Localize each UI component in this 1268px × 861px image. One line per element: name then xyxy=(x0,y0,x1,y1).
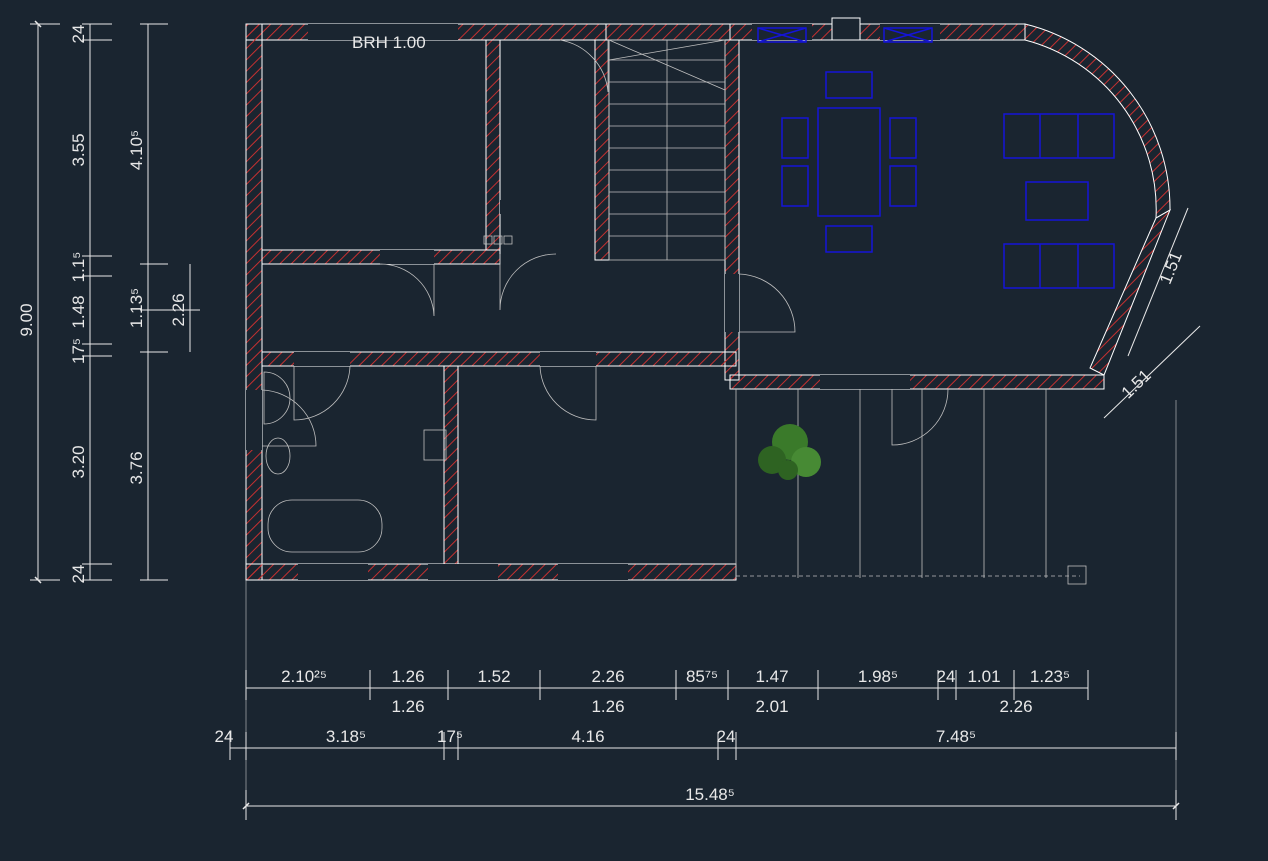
svg-text:3.76: 3.76 xyxy=(127,451,146,484)
svg-text:1.52: 1.52 xyxy=(477,667,510,686)
svg-text:1.51: 1.51 xyxy=(1118,366,1155,403)
svg-text:2.10²⁵: 2.10²⁵ xyxy=(281,667,327,686)
svg-text:7.48⁵: 7.48⁵ xyxy=(936,727,976,746)
svg-text:9.00: 9.00 xyxy=(17,303,36,336)
svg-text:24: 24 xyxy=(69,565,88,584)
dimensions-vertical: 9.00 24 3.55 1.1⁵ 1.48 17⁵ 3.20 24 4.10⁵… xyxy=(17,24,200,583)
dimensions-horizontal: 2.10²⁵ 1.26 1.52 2.26 85⁷⁵ 1.47 1.98⁵ 24… xyxy=(215,667,1176,820)
bathroom-fixtures xyxy=(264,236,512,552)
svg-text:15.48⁵: 15.48⁵ xyxy=(685,785,735,804)
svg-text:17⁵: 17⁵ xyxy=(437,727,463,746)
svg-text:1.23⁵: 1.23⁵ xyxy=(1030,667,1070,686)
svg-text:2.26: 2.26 xyxy=(169,293,188,326)
svg-text:3.55: 3.55 xyxy=(69,133,88,166)
sofa-set xyxy=(1004,114,1114,288)
svg-text:3.20: 3.20 xyxy=(69,445,88,478)
svg-text:2.26: 2.26 xyxy=(999,697,1032,716)
extension-lines xyxy=(246,400,1176,806)
svg-text:85⁷⁵: 85⁷⁵ xyxy=(686,667,718,686)
floor-plan-drawing: BRH 1.00 9.00 24 3.55 1.1⁵ 1.48 17⁵ 3.20… xyxy=(0,0,1268,861)
dining-set xyxy=(782,72,916,252)
svg-text:1.51: 1.51 xyxy=(1156,249,1186,287)
svg-text:4.10⁵: 4.10⁵ xyxy=(127,130,146,170)
svg-text:1.48: 1.48 xyxy=(69,295,88,328)
svg-text:1.26: 1.26 xyxy=(591,697,624,716)
svg-text:24: 24 xyxy=(937,667,956,686)
walls xyxy=(246,18,1170,580)
svg-text:1.01: 1.01 xyxy=(967,667,1000,686)
svg-text:1.98⁵: 1.98⁵ xyxy=(858,667,898,686)
svg-text:1.26: 1.26 xyxy=(391,697,424,716)
svg-text:24: 24 xyxy=(717,727,736,746)
svg-text:3.18⁵: 3.18⁵ xyxy=(326,727,366,746)
svg-text:24: 24 xyxy=(69,25,88,44)
svg-text:24: 24 xyxy=(215,727,234,746)
svg-text:2.26: 2.26 xyxy=(591,667,624,686)
room-label: BRH 1.00 xyxy=(352,33,426,52)
svg-text:1.26: 1.26 xyxy=(391,667,424,686)
svg-text:1.13⁵: 1.13⁵ xyxy=(127,288,146,328)
staircase xyxy=(609,40,725,260)
deck xyxy=(736,389,1086,584)
tree-icon xyxy=(758,424,821,480)
svg-text:1.1⁵: 1.1⁵ xyxy=(69,252,88,283)
svg-text:1.47: 1.47 xyxy=(755,667,788,686)
svg-text:4.16: 4.16 xyxy=(571,727,604,746)
svg-text:2.01: 2.01 xyxy=(755,697,788,716)
svg-text:17⁵: 17⁵ xyxy=(69,338,88,364)
